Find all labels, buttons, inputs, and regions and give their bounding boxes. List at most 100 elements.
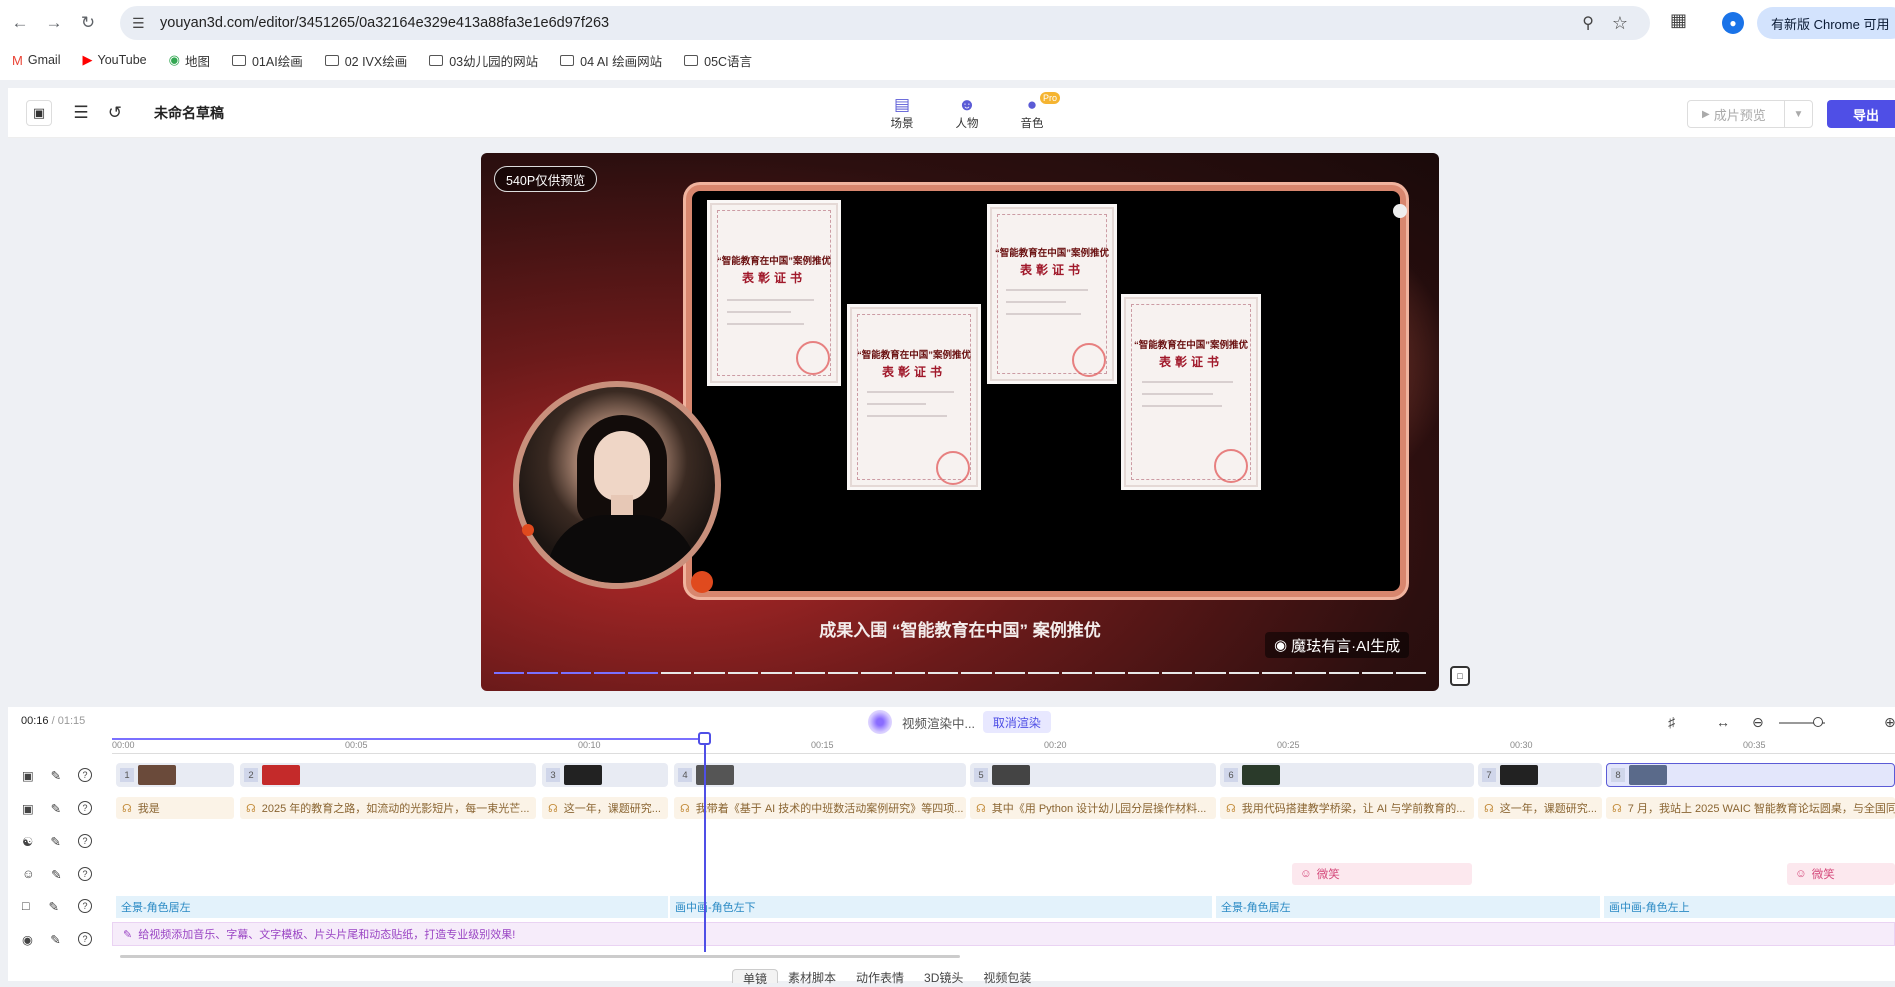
scene-clip-selected[interactable]: 8 xyxy=(1606,763,1895,787)
zoom-slider-handle[interactable] xyxy=(1813,717,1823,727)
help-icon[interactable]: ? xyxy=(77,834,92,848)
progress-segment[interactable] xyxy=(727,672,759,674)
progress-segment[interactable] xyxy=(1095,672,1126,674)
back-icon[interactable]: ← xyxy=(6,9,34,37)
scene-clip[interactable]: 2 xyxy=(240,763,536,787)
emote-clip[interactable]: ☺ 微笑 xyxy=(1787,863,1895,885)
reload-icon[interactable]: ↻ xyxy=(74,9,102,37)
speech-clip[interactable]: ☊ 7 月，我站上 2025 WAIC 智能教育论坛圆桌，与全国同仁... xyxy=(1606,797,1895,819)
camera-clip[interactable]: 画中画-角色左上 xyxy=(1602,896,1895,918)
help-icon[interactable]: ? xyxy=(77,768,92,782)
profile-icon[interactable]: ● xyxy=(1722,12,1744,34)
volume-icon[interactable]: ♯ xyxy=(1668,714,1675,730)
progress-segment[interactable] xyxy=(861,672,892,674)
speech-clip[interactable]: ☊ 我带着《基于 AI 技术的中班数活动案例研究》等四项... xyxy=(674,797,966,819)
export-button[interactable]: 导出 xyxy=(1827,100,1895,128)
history-icon[interactable]: ↺ xyxy=(102,100,128,126)
progress-segment[interactable] xyxy=(928,672,959,674)
forward-icon[interactable]: → xyxy=(40,9,68,37)
playhead-handle[interactable] xyxy=(698,732,711,745)
time-ruler[interactable]: 00:00 00:05 00:10 00:15 00:20 00:25 00:3… xyxy=(112,740,1895,754)
progress-segment[interactable] xyxy=(1128,672,1159,674)
scene-clip[interactable]: 1 xyxy=(116,763,234,787)
menu-icon[interactable]: ☰ xyxy=(68,100,94,126)
nav-person[interactable]: ☻ 人物 xyxy=(940,95,994,131)
nav-scene[interactable]: ▤ 场景 xyxy=(875,95,929,131)
speech-clip[interactable]: ☊ 其中《用 Python 设计幼儿园分层操作材料... xyxy=(970,797,1216,819)
address-bar[interactable]: ☰ youyan3d.com/editor/3451265/0a32164e32… xyxy=(120,6,1650,40)
camera-clip[interactable]: 全景-角色居左 xyxy=(1214,896,1600,918)
bookmark-folder-01[interactable]: 01AI绘画 xyxy=(231,51,303,70)
extensions-icon[interactable]: ▦ xyxy=(1670,10,1687,31)
edit-icon[interactable]: ✎ xyxy=(51,768,61,783)
home-icon[interactable]: ▣ xyxy=(26,100,52,126)
bookmark-folder-04[interactable]: 04 AI 绘画网站 xyxy=(560,51,662,70)
camera-clip[interactable]: 画中画-角色左下 xyxy=(668,896,1212,918)
update-chrome-button[interactable]: 有新版 Chrome 可用 xyxy=(1757,7,1895,39)
bookmark-maps[interactable]: ◉ 地图 xyxy=(169,51,210,70)
progress-segment[interactable] xyxy=(594,672,625,674)
progress-segment[interactable] xyxy=(1061,672,1093,674)
url-text[interactable]: youyan3d.com/editor/3451265/0a32164e329e… xyxy=(160,15,609,31)
cancel-render-button[interactable]: 取消渲染 xyxy=(982,711,1051,733)
help-icon[interactable]: ? xyxy=(77,801,92,815)
speech-clip[interactable]: ☊ 我用代码搭建教学桥梁，让 AI 与学前教育的... xyxy=(1220,797,1474,819)
bookmark-gmail[interactable]: M Gmail xyxy=(12,53,61,68)
progress-segment[interactable] xyxy=(1028,672,1059,674)
chevron-down-icon[interactable]: ▼ xyxy=(1784,101,1812,127)
progress-segment[interactable] xyxy=(827,672,859,674)
edit-icon[interactable]: ✎ xyxy=(51,867,61,882)
progress-segment[interactable] xyxy=(494,672,525,674)
site-info-icon[interactable]: ☰ xyxy=(132,15,152,32)
fullscreen-icon[interactable]: □ xyxy=(1450,666,1470,686)
progress-segment[interactable] xyxy=(1195,672,1226,674)
progress-segment[interactable] xyxy=(1362,672,1393,674)
progress-segment[interactable] xyxy=(794,672,825,674)
bookmark-folder-03[interactable]: 03幼儿园的网站 xyxy=(429,51,538,70)
help-icon[interactable]: ? xyxy=(77,899,92,913)
camera-clip[interactable]: 全景-角色居左 xyxy=(116,896,668,918)
speech-clip[interactable]: ☊ 2025 年的教育之路，如流动的光影短片，每一束光芒... xyxy=(240,797,536,819)
help-icon[interactable]: ? xyxy=(78,932,92,946)
edit-icon[interactable]: ✎ xyxy=(50,834,60,849)
emote-clip[interactable]: ☺ 微笑 xyxy=(1292,863,1472,885)
edit-icon[interactable]: ✎ xyxy=(51,801,61,816)
progress-segment[interactable] xyxy=(1261,672,1293,674)
scene-clip[interactable]: 6 xyxy=(1220,763,1474,787)
zoom-in-icon[interactable]: ⊕ xyxy=(1884,714,1895,731)
progress-segment[interactable] xyxy=(1295,672,1326,674)
fit-width-icon[interactable]: ↔ xyxy=(1716,714,1730,730)
progress-segment[interactable] xyxy=(994,672,1026,674)
edit-icon[interactable]: ✎ xyxy=(49,899,59,914)
bookmark-star-icon[interactable]: ☆ xyxy=(1612,13,1628,34)
edit-icon[interactable]: ✎ xyxy=(50,932,60,947)
video-preview[interactable]: 540P仅供预览 “智能教育在中国”案例推优 表彰证书 “智能教育在中国”案例推… xyxy=(481,153,1439,691)
progress-segment[interactable] xyxy=(560,672,592,674)
help-icon[interactable]: ? xyxy=(78,867,92,881)
progress-segment[interactable] xyxy=(761,672,792,674)
speech-clip[interactable]: ☊ 这一年，课题研究... xyxy=(1478,797,1602,819)
zoom-icon[interactable]: ⚲ xyxy=(1582,13,1594,33)
segment-progress[interactable] xyxy=(494,672,1426,675)
zoom-out-icon[interactable]: ⊖ xyxy=(1752,714,1764,731)
preview-button[interactable]: ▶ 成片预览 ▼ xyxy=(1687,100,1813,128)
bookmark-folder-02[interactable]: 02 IVX绘画 xyxy=(324,51,407,70)
speech-clip[interactable]: ☊ 这一年，课题研究... xyxy=(542,797,668,819)
progress-segment[interactable] xyxy=(894,672,926,674)
playhead[interactable] xyxy=(704,734,706,952)
bookmark-youtube[interactable]: ▶ YouTube xyxy=(83,52,147,68)
progress-segment[interactable] xyxy=(1228,672,1259,674)
scene-clip[interactable]: 7 xyxy=(1478,763,1602,787)
progress-segment[interactable] xyxy=(694,672,725,674)
speech-clip[interactable]: ☊ 我是 xyxy=(116,797,234,819)
progress-segment[interactable] xyxy=(1395,672,1426,674)
scene-clip[interactable]: 3 xyxy=(542,763,668,787)
progress-segment[interactable] xyxy=(527,672,558,674)
progress-segment[interactable] xyxy=(660,672,692,674)
progress-segment[interactable] xyxy=(961,672,992,674)
scene-clip[interactable]: 4 xyxy=(674,763,966,787)
progress-segment[interactable] xyxy=(1161,672,1193,674)
progress-segment[interactable] xyxy=(1328,672,1360,674)
draft-title[interactable]: 未命名草稿 xyxy=(154,103,224,123)
effects-track[interactable]: ✎ 给视频添加音乐、字幕、文字模板、片头片尾和动态贴纸，打造专业级别效果! xyxy=(112,922,1895,946)
